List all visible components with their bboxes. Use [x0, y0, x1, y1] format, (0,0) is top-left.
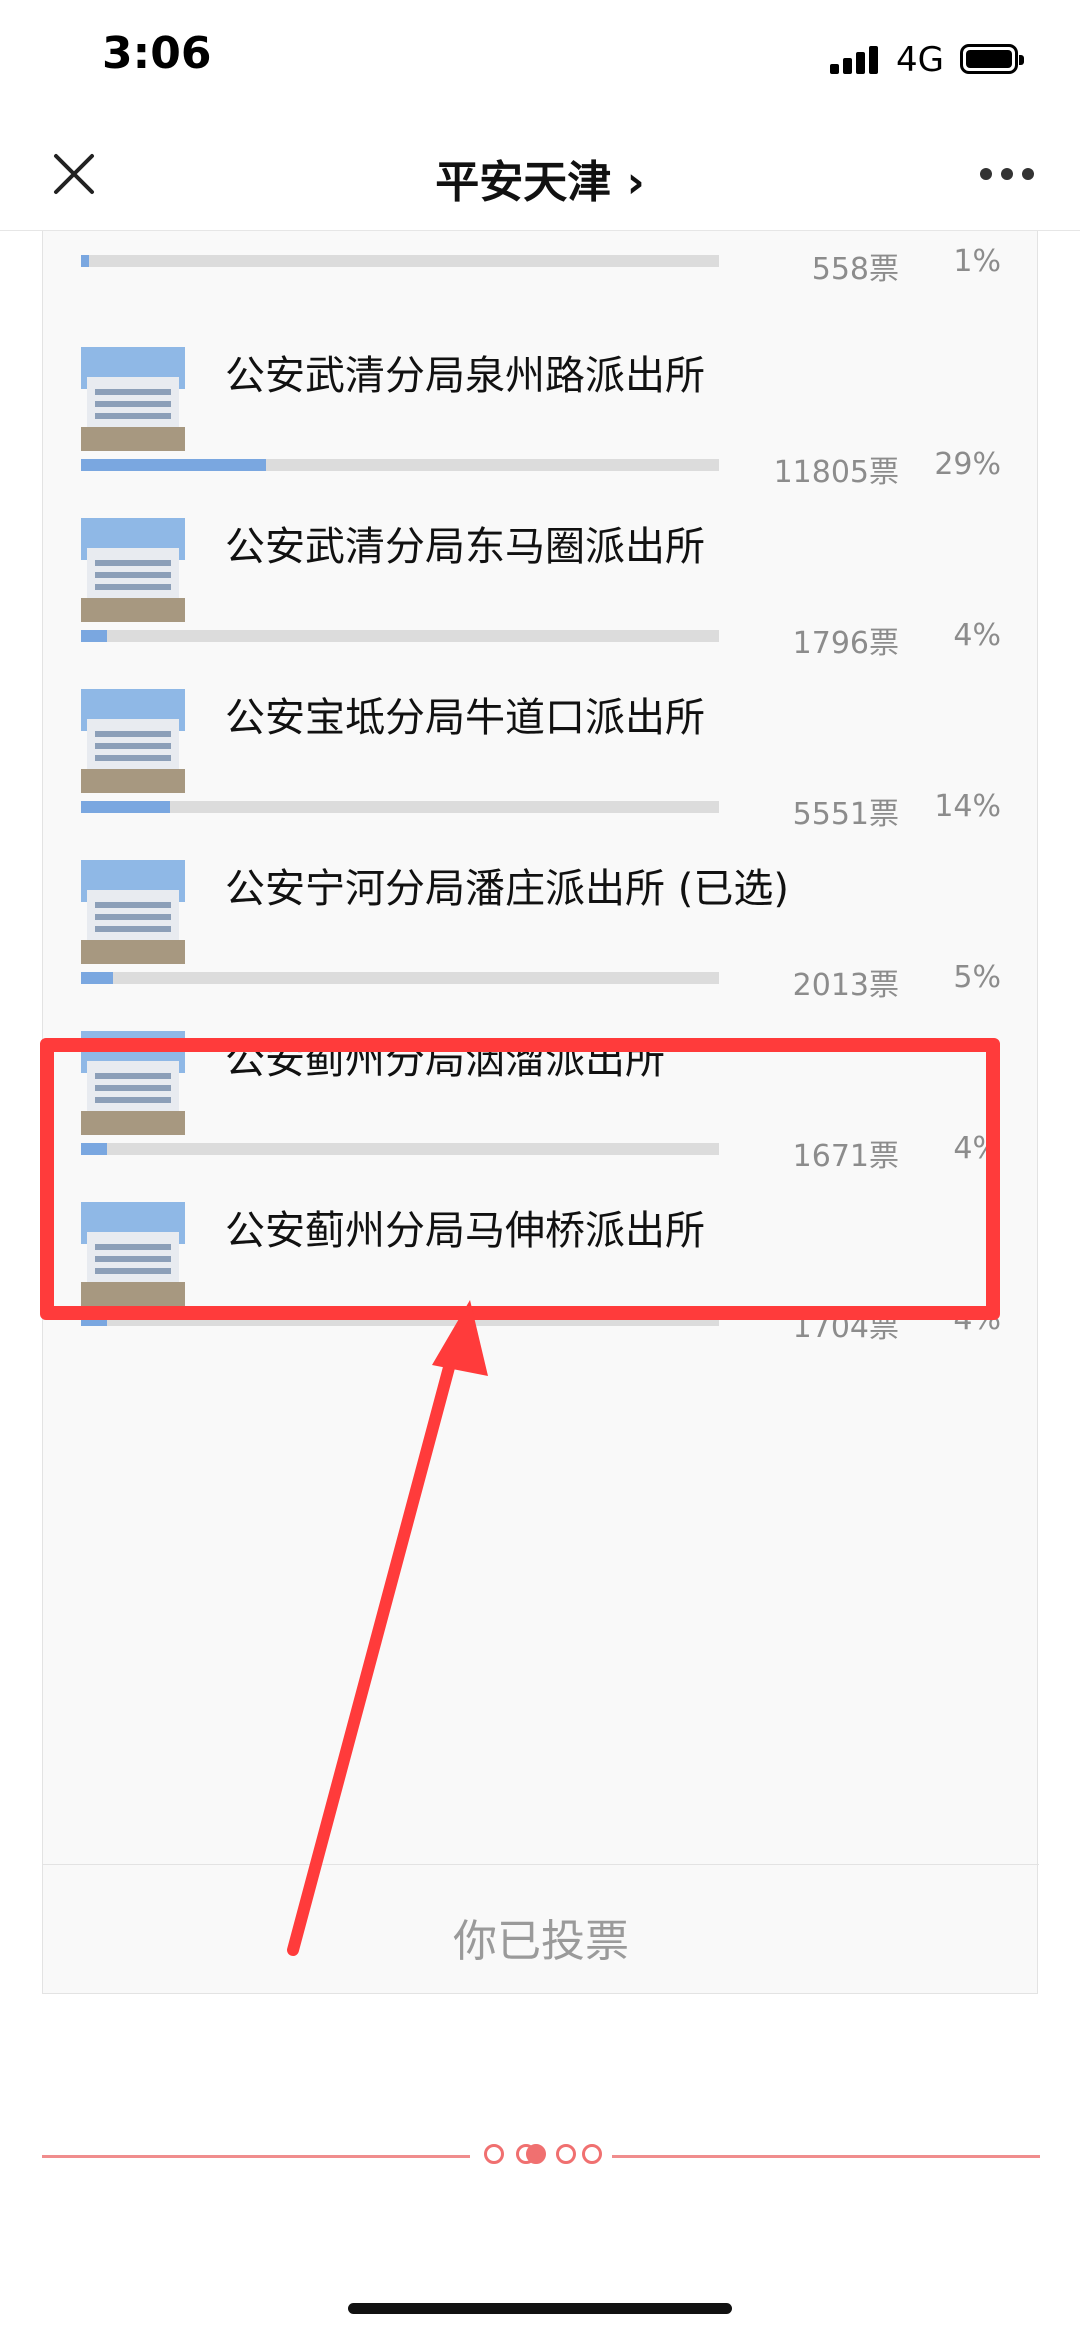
option-name: 公安武清分局东马圈派出所	[225, 524, 705, 570]
vote-percent: 4%	[953, 618, 1001, 653]
vote-percent: 29%	[934, 447, 1001, 482]
vote-bar-fill	[81, 459, 267, 471]
station-photo	[81, 689, 185, 793]
home-indicator	[348, 2303, 732, 2314]
vote-count: 1796票	[792, 626, 899, 661]
status-bar: 3:06 4G	[0, 0, 1080, 120]
vote-bar	[81, 630, 719, 642]
option-name: 公安宝坻分局牛道口派出所	[225, 695, 705, 741]
option-name: 公安宁河分局潘庄派出所 (已选)	[225, 866, 789, 912]
more-icon[interactable]	[980, 168, 1034, 182]
highlight-box	[40, 1038, 1000, 1320]
status-time: 3:06	[102, 28, 212, 79]
vote-bar	[81, 972, 719, 984]
vote-bar	[81, 801, 719, 813]
vote-bar	[81, 459, 719, 471]
voted-label: 你已投票	[453, 1916, 629, 1967]
page-title[interactable]: 平安天津 ›	[0, 146, 1080, 210]
battery-icon	[960, 44, 1024, 74]
pager-dots	[478, 2144, 608, 2166]
station-photo	[81, 860, 185, 964]
vote-percent: 5%	[953, 960, 1001, 995]
network-label: 4G	[896, 40, 944, 80]
nav-bar: 平安天津 ›	[0, 120, 1080, 231]
vote-bar-fill	[81, 801, 171, 813]
vote-count: 11805票	[773, 455, 899, 490]
vote-percent: 1%	[953, 244, 1001, 279]
divider-left	[42, 2155, 470, 2158]
vote-bar-fill	[81, 255, 89, 267]
vote-bar-fill	[81, 630, 107, 642]
station-photo	[81, 518, 185, 622]
divider-right	[612, 2155, 1040, 2158]
vote-percent: 14%	[934, 789, 1001, 824]
vote-count: 2013票	[792, 968, 899, 1003]
station-photo	[81, 347, 185, 451]
voted-status-row: 你已投票	[43, 1864, 1039, 1994]
vote-count: 558票	[811, 252, 899, 287]
vote-bar-fill	[81, 972, 113, 984]
vote-count: 5551票	[792, 797, 899, 832]
vote-bar	[81, 255, 719, 267]
signal-icon	[830, 46, 890, 74]
option-name: 公安武清分局泉州路派出所	[225, 353, 705, 399]
